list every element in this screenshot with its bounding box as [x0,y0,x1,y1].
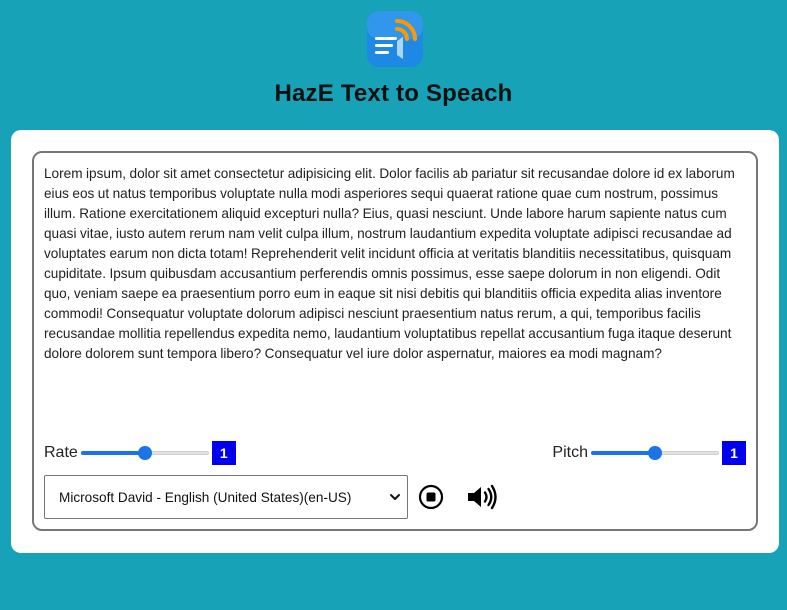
pitch-slider-fill [591,451,655,455]
page-title: HazE Text to Speach [274,80,513,107]
rate-slider-thumb[interactable] [137,446,152,460]
app-logo-icon [367,11,423,67]
main-card: Lorem ipsum, dolor sit amet consectetur … [11,130,779,553]
voice-select[interactable]: Microsoft David - English (United States… [44,475,408,519]
pitch-control: Pitch 1 [552,441,746,465]
pitch-slider-thumb[interactable] [648,446,662,460]
rate-label: Rate [44,444,78,461]
editor-panel: Lorem ipsum, dolor sit amet consectetur … [32,151,758,531]
chevron-down-icon [390,494,400,500]
pitch-label: Pitch [552,444,588,461]
voice-select-value: Microsoft David - English (United States… [59,489,352,505]
stop-icon[interactable] [418,484,444,510]
speaker-icon[interactable] [466,483,498,511]
rate-slider[interactable] [80,444,209,462]
rate-slider-fill [80,451,145,455]
rate-value-badge: 1 [211,441,236,465]
rate-control: Rate 1 [44,441,236,465]
pitch-value-badge: 1 [722,441,746,465]
pitch-slider[interactable] [591,444,719,462]
text-input[interactable]: Lorem ipsum, dolor sit amet consectetur … [44,164,746,414]
